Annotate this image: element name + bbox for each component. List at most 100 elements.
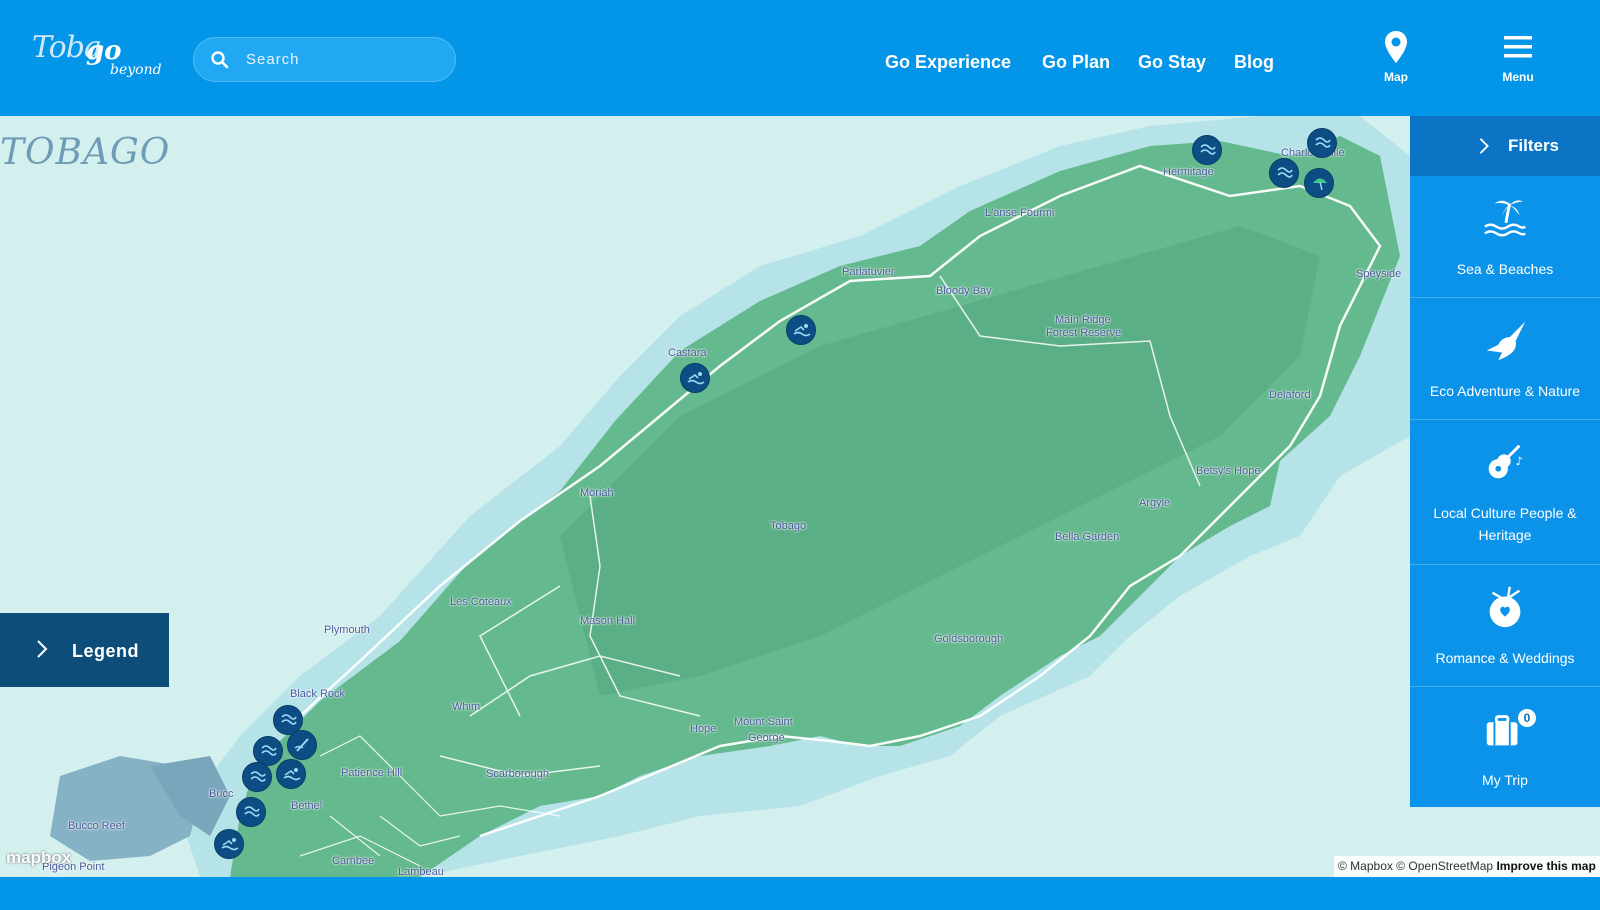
place-label-hope: Hope — [690, 723, 717, 735]
place-label-bloody-bay: Bloody Bay — [936, 285, 992, 297]
activity-marker-surf[interactable] — [287, 730, 317, 760]
snorkel-icon — [1200, 144, 1216, 155]
beach-umbrella-icon — [1313, 178, 1327, 190]
place-label-mount-saint: Mount Saint — [734, 716, 793, 728]
swimmer-icon — [283, 768, 301, 781]
place-label-les-coteaux: Les Coteaux — [450, 596, 512, 608]
nav-go-experience[interactable]: Go Experience — [885, 52, 1011, 73]
filter-icon-wrap — [1410, 583, 1600, 639]
menu-button-label: Menu — [1502, 70, 1534, 84]
svg-text:♪: ♪ — [1516, 454, 1523, 468]
place-label-black-rock: Black Rock — [290, 688, 346, 700]
place-label-goldsborough: Goldsborough — [934, 633, 1004, 645]
filter-label-eco-adventure-nature: Eco Adventure & Nature — [1429, 383, 1581, 399]
place-label-george: George — [748, 732, 785, 744]
my-trip-count-badge: 0 — [1516, 707, 1538, 729]
place-label-lanse-fourmi: L'anse Fourmi — [985, 207, 1055, 219]
nav-go-stay[interactable]: Go Stay — [1138, 52, 1206, 73]
place-label-plymouth: Plymouth — [324, 624, 370, 636]
swimmer-icon — [793, 324, 811, 337]
filters-panel: Filters Sea & Beaches Eco Adventure & Na… — [1410, 116, 1600, 807]
activity-marker-beach-umbrella[interactable] — [1304, 168, 1334, 198]
place-label-tobago: Tobago — [770, 520, 807, 532]
place-label-main-ridge: Main Ridge — [1055, 314, 1111, 326]
activity-marker-swimmer[interactable] — [214, 829, 244, 859]
place-label-whim: Whim — [452, 701, 481, 713]
filter-sea-beaches[interactable]: Sea & Beaches — [1410, 176, 1600, 298]
filters-title: Filters — [1508, 136, 1560, 155]
place-label-bella-garden: Bella Garden — [1055, 531, 1120, 543]
activity-marker-swimmer[interactable] — [680, 363, 710, 393]
place-label-moriah: Moriah — [580, 487, 614, 499]
place-label-patience-hill: Patience Hill — [341, 767, 403, 779]
map-title: TOBAGO — [0, 132, 171, 173]
filter-icon-wrap: ♪ — [1410, 438, 1600, 494]
my-trip-button[interactable]: 0 My Trip — [1410, 687, 1600, 807]
logo-text-beyond: beyond — [110, 62, 162, 78]
legend-label: Legend — [72, 641, 140, 661]
place-label-bucc: Bucc — [209, 788, 234, 800]
filters-toggle-button[interactable]: Filters — [1410, 116, 1600, 176]
filter-icon-wrap — [1410, 705, 1600, 761]
mapbox-logo[interactable]: mapbox — [6, 848, 71, 868]
guitar-music-icon: ♪ — [1488, 444, 1523, 479]
filter-local-culture-heritage[interactable]: ♪ Local Culture People & Heritage — [1410, 420, 1600, 565]
place-label-forest-reserve: Forest Reserve — [1046, 327, 1122, 339]
map-pin-icon — [1385, 31, 1407, 63]
snorkel-icon — [261, 745, 277, 756]
place-label-delaford: Delaford — [1269, 389, 1311, 401]
chevron-right-icon — [1479, 138, 1489, 154]
filter-label-sea-beaches: Sea & Beaches — [1456, 261, 1554, 277]
place-label-bethel: Bethel — [291, 800, 323, 812]
palm-tree-waves-icon — [1484, 200, 1527, 237]
island-map[interactable]: TOBAGO Hermitage Charlotteville L'anse F… — [0, 116, 1600, 877]
place-label-parlatuvier: Parlatuvier — [842, 266, 895, 278]
tobago-go-beyond-logo[interactable]: Toba go beyond — [32, 28, 162, 84]
search-input[interactable] — [246, 38, 446, 81]
activity-marker-swimmer[interactable] — [786, 315, 816, 345]
map-button-label: Map — [1384, 70, 1408, 84]
site-header: Toba go beyond Go Experience Go Plan Go … — [0, 0, 1600, 116]
place-label-scarborough: Scarborough — [486, 768, 549, 780]
improve-map-link[interactable]: Improve this map — [1496, 859, 1595, 873]
filter-label-romance-weddings: Romance & Weddings — [1435, 650, 1575, 666]
activity-marker-snorkel[interactable] — [236, 797, 266, 827]
chevron-right-icon — [37, 640, 48, 658]
activity-marker-snorkel[interactable] — [242, 762, 272, 792]
map-attribution: © Mapbox © OpenStreetMap Improve this ma… — [1334, 856, 1600, 877]
filter-icon-wrap — [1410, 194, 1600, 250]
map-button[interactable]: Map — [1366, 30, 1426, 94]
activity-marker-snorkel[interactable] — [1192, 135, 1222, 165]
filter-romance-weddings[interactable]: Romance & Weddings — [1410, 565, 1600, 687]
legend-toggle-button[interactable]: Legend — [0, 613, 169, 687]
place-label-castara: Castara — [668, 347, 707, 359]
activity-marker-snorkel[interactable] — [1269, 158, 1299, 188]
place-label-hermitage: Hermitage — [1163, 166, 1214, 178]
filter-eco-adventure-nature[interactable]: Eco Adventure & Nature — [1410, 298, 1600, 420]
snorkel-icon — [250, 771, 266, 782]
snorkel-icon — [1315, 137, 1331, 148]
activity-marker-snorkel[interactable] — [1307, 128, 1337, 158]
filter-label-local-culture-heritage: Local Culture People & Heritage — [1433, 505, 1577, 543]
filter-icon-wrap — [1410, 316, 1600, 372]
place-label-mason-hall: Mason Hall — [580, 615, 636, 627]
surf-icon — [294, 738, 309, 752]
hummingbird-icon — [1486, 321, 1526, 361]
filter-label-my-trip: My Trip — [1482, 772, 1528, 788]
nav-go-plan[interactable]: Go Plan — [1042, 52, 1110, 73]
mapbox-attribution-link[interactable]: © Mapbox — [1338, 859, 1393, 873]
page-footer-bar — [0, 877, 1600, 910]
map-basemap[interactable] — [0, 116, 1600, 877]
place-label-argyle: Argyle — [1139, 497, 1171, 509]
snorkel-icon — [1277, 167, 1293, 178]
menu-button[interactable]: Menu — [1488, 30, 1548, 94]
place-label-carnbee: Carnbee — [332, 855, 375, 867]
search-box — [193, 37, 456, 82]
place-label-speyside: Speyside — [1356, 268, 1402, 280]
snorkel-icon — [281, 714, 297, 725]
activity-marker-swimmer[interactable] — [276, 759, 306, 789]
osm-attribution-link[interactable]: © OpenStreetMap — [1396, 859, 1493, 873]
swimmer-icon — [221, 838, 239, 851]
nav-blog[interactable]: Blog — [1234, 52, 1274, 73]
search-icon[interactable] — [210, 50, 230, 70]
